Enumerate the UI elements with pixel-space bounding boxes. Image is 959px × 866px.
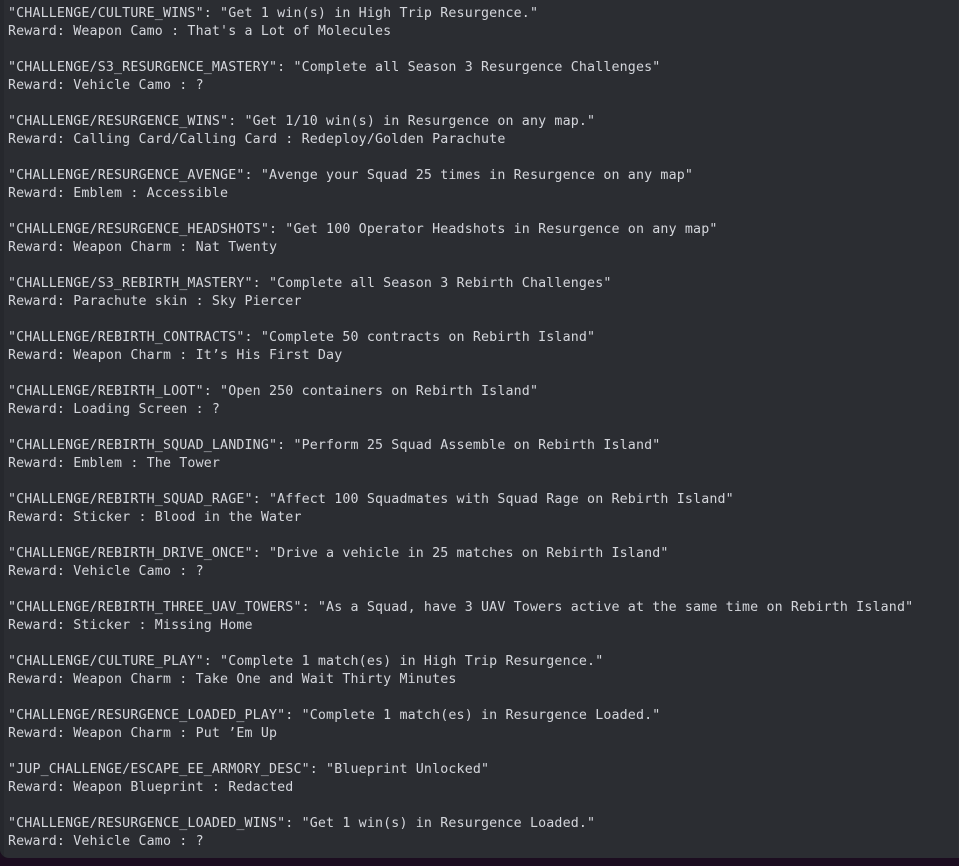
challenge-key-line: "CHALLENGE/REBIRTH_DRIVE_ONCE": "Drive a… [8, 546, 669, 561]
challenge-key-line: "CHALLENGE/RESURGENCE_AVENGE": "Avenge y… [8, 168, 694, 183]
challenge-reward-line: Reward: Weapon Charm : Take One and Wait… [8, 672, 457, 687]
challenge-key-line: "CHALLENGE/RESURGENCE_LOADED_PLAY": "Com… [8, 708, 661, 723]
log-entry: "CHALLENGE/REBIRTH_SQUAD_RAGE": "Affect … [8, 491, 959, 527]
challenge-key-line: "CHALLENGE/RESURGENCE_HEADSHOTS": "Get 1… [8, 222, 718, 237]
log-entry: "CHALLENGE/RESURGENCE_AVENGE": "Avenge y… [8, 167, 959, 203]
challenge-reward-line: Reward: Vehicle Camo : ? [8, 78, 204, 93]
challenge-key-line: "CHALLENGE/REBIRTH_CONTRACTS": "Complete… [8, 330, 596, 345]
log-entry: "CHALLENGE/RESURGENCE_HEADSHOTS": "Get 1… [8, 221, 959, 257]
challenge-key-line: "CHALLENGE/RESURGENCE_WINS": "Get 1/10 w… [8, 114, 596, 129]
challenge-reward-line: Reward: Weapon Charm : Put ’Em Up [8, 726, 278, 741]
log-entry: "CHALLENGE/CULTURE_WINS": "Get 1 win(s) … [8, 5, 959, 41]
challenge-reward-line: Reward: Vehicle Camo : ? [8, 564, 204, 579]
log-entry: "CHALLENGE/REBIRTH_SQUAD_LANDING": "Perf… [8, 437, 959, 473]
challenge-key-line: "CHALLENGE/REBIRTH_THREE_UAV_TOWERS": "A… [8, 600, 914, 615]
challenge-reward-line: Reward: Weapon Charm : Nat Twenty [8, 240, 278, 255]
log-entry: "JUP_CHALLENGE/ESCAPE_EE_ARMORY_DESC": "… [8, 761, 959, 797]
log-entry: "CHALLENGE/S3_REBIRTH_MASTERY": "Complet… [8, 275, 959, 311]
log-entry-list: "CHALLENGE/CULTURE_WINS": "Get 1 win(s) … [8, 0, 959, 858]
challenge-reward-line: Reward: Parachute skin : Sky Piercer [8, 294, 302, 309]
challenge-key-line: "JUP_CHALLENGE/ESCAPE_EE_ARMORY_DESC": "… [8, 762, 490, 777]
log-entry: "CHALLENGE/RESURGENCE_LOADED_PLAY": "Com… [8, 707, 959, 743]
challenge-reward-line: Reward: Vehicle Camo : ? [8, 834, 204, 849]
log-entry: "CHALLENGE/S3_RESURGENCE_MASTERY": "Comp… [8, 59, 959, 95]
challenge-key-line: "CHALLENGE/REBIRTH_SQUAD_RAGE": "Affect … [8, 492, 734, 507]
log-entry: "CHALLENGE/REBIRTH_CONTRACTS": "Complete… [8, 329, 959, 365]
challenge-key-line: "CHALLENGE/REBIRTH_SQUAD_LANDING": "Perf… [8, 438, 661, 453]
log-entry: "CHALLENGE/REBIRTH_LOOT": "Open 250 cont… [8, 383, 959, 419]
app-root: "CHALLENGE/CULTURE_WINS": "Get 1 win(s) … [0, 0, 959, 866]
log-entry: "CHALLENGE/RESURGENCE_LOADED_WINS": "Get… [8, 815, 959, 851]
log-entry: "CHALLENGE/REBIRTH_THREE_UAV_TOWERS": "A… [8, 599, 959, 635]
challenge-key-line: "CHALLENGE/S3_REBIRTH_MASTERY": "Complet… [8, 276, 612, 291]
challenge-reward-line: Reward: Weapon Charm : It’s His First Da… [8, 348, 343, 363]
bottom-accent-bar [0, 858, 959, 866]
challenge-reward-line: Reward: Sticker : Blood in the Water [8, 510, 302, 525]
challenge-reward-line: Reward: Weapon Blueprint : Redacted [8, 780, 294, 795]
log-entry: "CHALLENGE/REBIRTH_DRIVE_ONCE": "Drive a… [8, 545, 959, 581]
challenge-reward-line: Reward: Sticker : Missing Home [8, 618, 253, 633]
log-entry: "CHALLENGE/CULTURE_PLAY": "Complete 1 ma… [8, 653, 959, 689]
left-gutter [0, 0, 4, 858]
log-entry: "CHALLENGE/RESURGENCE_WINS": "Get 1/10 w… [8, 113, 959, 149]
challenge-key-line: "CHALLENGE/CULTURE_WINS": "Get 1 win(s) … [8, 6, 539, 21]
challenge-key-line: "CHALLENGE/CULTURE_PLAY": "Complete 1 ma… [8, 654, 604, 669]
challenge-key-line: "CHALLENGE/REBIRTH_LOOT": "Open 250 cont… [8, 384, 539, 399]
challenge-reward-line: Reward: Calling Card/Calling Card : Rede… [8, 132, 506, 147]
challenge-reward-line: Reward: Loading Screen : ? [8, 402, 221, 417]
challenge-reward-line: Reward: Emblem : The Tower [8, 456, 221, 471]
challenge-reward-line: Reward: Weapon Camo : That's a Lot of Mo… [8, 24, 392, 39]
challenge-key-line: "CHALLENGE/RESURGENCE_LOADED_WINS": "Get… [8, 816, 596, 831]
challenge-reward-line: Reward: Emblem : Accessible [8, 186, 229, 201]
challenge-key-line: "CHALLENGE/S3_RESURGENCE_MASTERY": "Comp… [8, 60, 661, 75]
log-panel: "CHALLENGE/CULTURE_WINS": "Get 1 win(s) … [0, 0, 959, 858]
